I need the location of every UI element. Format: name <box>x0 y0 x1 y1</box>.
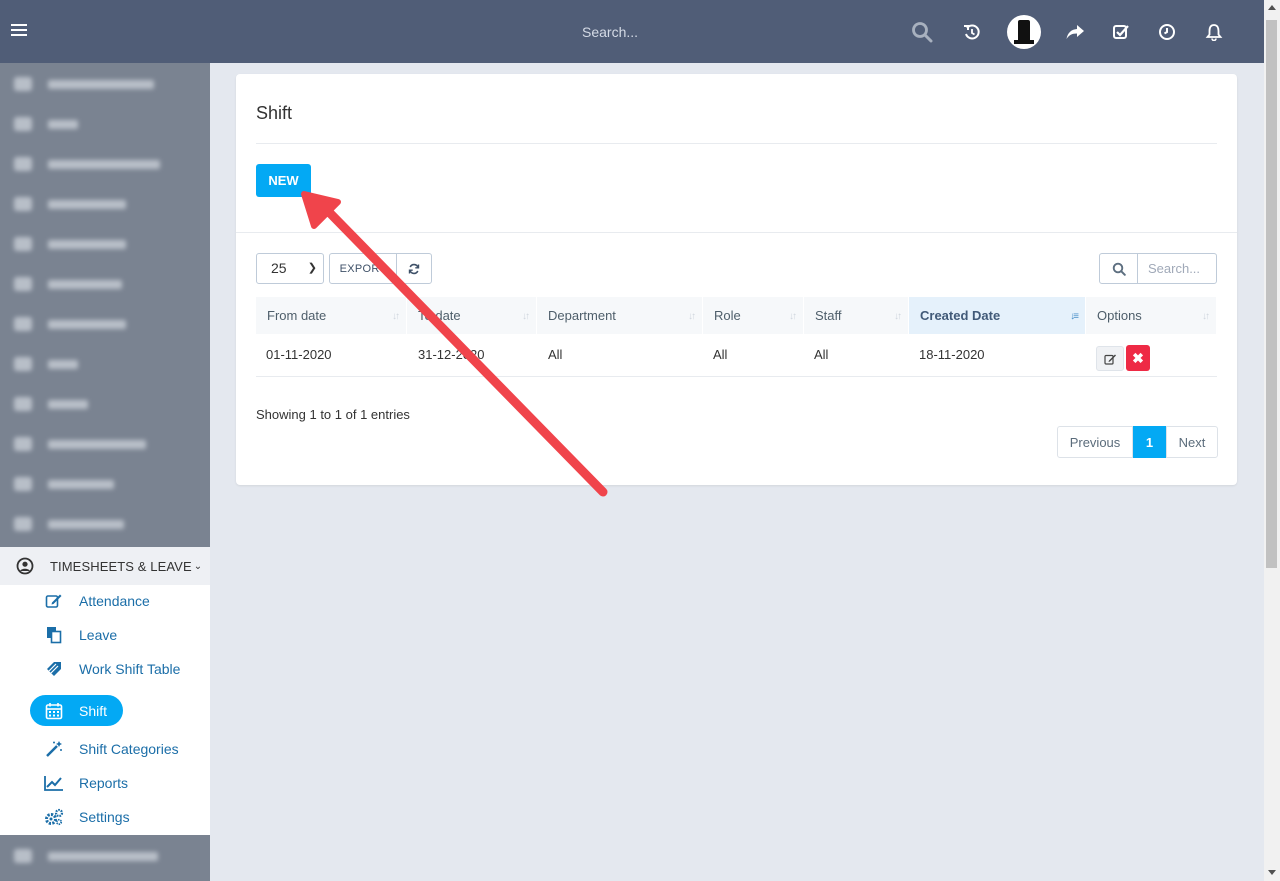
cell-staff: All <box>814 347 829 362</box>
table-search-input[interactable]: Search... <box>1137 253 1217 284</box>
shift-table: From date ↓↑ To date ↓↑ Department ↓↑ Role ↓… <box>256 297 1217 377</box>
search-icon[interactable] <box>1099 253 1138 284</box>
sidebar-section-timesheets[interactable]: TIMESHEETS & LEAVE ⌄ <box>0 547 210 585</box>
sort-icon: ↓↑ <box>894 311 902 322</box>
sort-desc-icon: ↓≡ <box>1070 311 1079 322</box>
divider <box>256 143 1217 144</box>
pagination-previous[interactable]: Previous <box>1057 426 1133 458</box>
column-header-to-date[interactable]: To date ↓↑ <box>407 297 537 334</box>
cell-role: All <box>713 347 728 362</box>
sidebar-blurred-menu-bottom <box>0 835 210 881</box>
page-length-select[interactable]: 25 ❯ <box>256 253 324 284</box>
close-icon: ✖ <box>1132 349 1144 366</box>
share-icon[interactable] <box>1063 20 1087 44</box>
column-header-staff[interactable]: Staff ↓↑ <box>804 297 909 334</box>
reload-button[interactable] <box>396 253 432 284</box>
table-info: Showing 1 to 1 of 1 entries <box>256 407 410 422</box>
copy-icon <box>44 626 64 644</box>
sidebar-item-reports[interactable]: Reports <box>44 773 128 793</box>
sidebar-item-work-shift-table[interactable]: Work Shift Table <box>44 659 180 679</box>
chevron-down-icon: ❯ <box>307 262 317 274</box>
table-row: 01-11-2020 31-12-2020 All All All 18-11-… <box>256 334 1217 377</box>
edit-button[interactable] <box>1096 346 1124 371</box>
avatar[interactable] <box>1007 15 1041 49</box>
scrollbar-thumb[interactable] <box>1266 20 1277 568</box>
top-navbar: Search... <box>0 0 1264 63</box>
sort-icon: ↓↑ <box>522 311 530 322</box>
menu-icon[interactable] <box>11 24 27 38</box>
edit-icon <box>44 592 64 610</box>
sidebar-item-settings[interactable]: Settings <box>44 807 130 827</box>
scroll-up-arrow[interactable] <box>1268 5 1276 10</box>
sidebar-item-label: Work Shift Table <box>79 661 181 677</box>
sidebar-item-shift-categories[interactable]: Shift Categories <box>44 739 179 759</box>
sidebar: TIMESHEETS & LEAVE ⌄ Attendance Leave Wo… <box>0 63 210 881</box>
cell-from-date: 01-11-2020 <box>266 347 332 362</box>
sidebar-blurred-menu <box>0 63 210 547</box>
sidebar-section-label: TIMESHEETS & LEAVE <box>50 558 192 574</box>
column-header-from-date[interactable]: From date ↓↑ <box>256 297 407 334</box>
calendar-icon <box>45 702 63 719</box>
pagination-page-1[interactable]: 1 <box>1133 426 1166 458</box>
sort-icon: ↓↑ <box>392 311 400 322</box>
column-header-options: Options ↓↑ <box>1086 297 1217 334</box>
page-title: Shift <box>256 103 293 123</box>
history-icon[interactable] <box>960 20 984 44</box>
cell-department: All <box>548 347 563 362</box>
pagination: Previous 1 Next <box>1057 426 1218 458</box>
sort-icon: ↓↑ <box>789 311 797 322</box>
edit-icon <box>1103 354 1116 365</box>
gears-icon <box>44 808 64 826</box>
sidebar-item-shift[interactable]: Shift <box>30 695 123 726</box>
divider <box>236 232 1237 233</box>
bell-icon[interactable] <box>1202 20 1226 44</box>
checklist-icon[interactable] <box>1109 20 1133 44</box>
main-panel: Shift NEW 25 ❯ EXPORT Search... From dat… <box>236 74 1237 485</box>
table-search: Search... <box>1099 253 1217 284</box>
chevron-down-icon: ⌄ <box>193 560 203 572</box>
search-icon[interactable] <box>910 20 934 44</box>
refresh-icon <box>408 263 420 274</box>
sidebar-item-label: Reports <box>79 775 129 791</box>
sidebar-item-label: Shift <box>79 702 108 719</box>
sidebar-item-label: Attendance <box>79 593 150 609</box>
clock-icon[interactable] <box>1155 20 1179 44</box>
column-header-role[interactable]: Role ↓↑ <box>703 297 804 334</box>
sidebar-item-label: Shift Categories <box>79 741 179 757</box>
new-button[interactable]: NEW <box>256 164 311 197</box>
line-chart-icon <box>44 774 64 792</box>
table-header: From date ↓↑ To date ↓↑ Department ↓↑ Role ↓… <box>256 297 1217 334</box>
column-header-created-date[interactable]: Created Date ↓≡ <box>909 297 1086 334</box>
user-circle-icon <box>16 557 34 575</box>
magic-wand-icon <box>44 740 64 758</box>
sidebar-item-label: Leave <box>79 627 118 643</box>
cell-created-date: 18-11-2020 <box>919 347 985 362</box>
tag-icon <box>44 660 64 678</box>
sort-icon: ↓↑ <box>1202 311 1210 322</box>
page-length-value: 25 <box>271 260 287 276</box>
scroll-down-arrow[interactable] <box>1268 870 1276 875</box>
sidebar-item-label: Settings <box>79 809 130 825</box>
cell-to-date: 31-12-2020 <box>418 347 485 362</box>
sort-icon: ↓↑ <box>688 311 696 322</box>
column-header-department[interactable]: Department ↓↑ <box>537 297 703 334</box>
delete-button[interactable]: ✖ <box>1126 345 1150 371</box>
sidebar-item-leave[interactable]: Leave <box>44 625 117 645</box>
pagination-next[interactable]: Next <box>1166 426 1218 458</box>
export-button[interactable]: EXPORT <box>329 253 397 284</box>
sidebar-item-attendance[interactable]: Attendance <box>44 591 150 611</box>
global-search-input[interactable]: Search... <box>582 24 638 40</box>
